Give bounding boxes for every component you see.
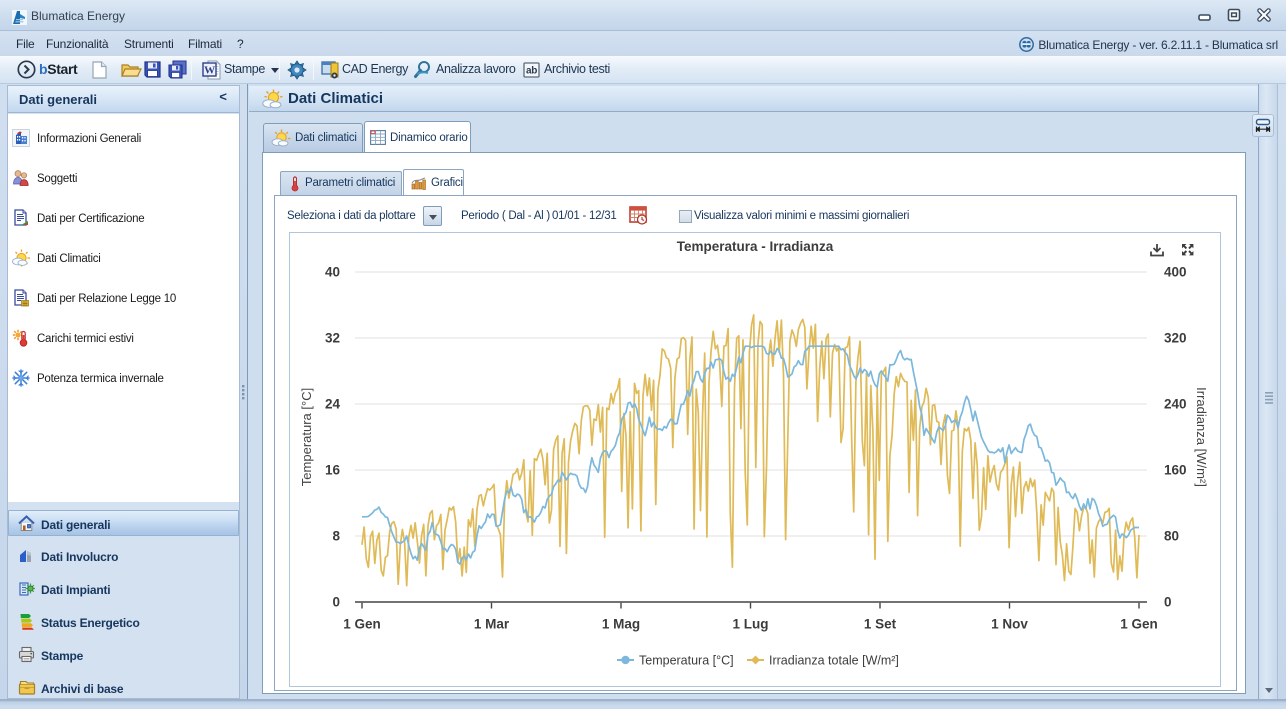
svg-text:80: 80 [1164,529,1179,544]
svg-text:0: 0 [1164,595,1172,610]
svg-text:1 Gen: 1 Gen [343,617,381,632]
svg-text:400: 400 [1164,265,1187,280]
svg-text:1 Nov: 1 Nov [991,617,1028,632]
svg-text:1 Lug: 1 Lug [733,617,769,632]
svg-text:1 Set: 1 Set [864,617,897,632]
svg-text:8: 8 [332,529,340,544]
svg-text:Temperatura - Irradianza: Temperatura - Irradianza [677,239,834,254]
svg-text:ab: ab [526,66,537,77]
svg-text:1 Gen: 1 Gen [1120,617,1158,632]
svg-text:1 Mar: 1 Mar [474,617,510,632]
svg-text:40: 40 [325,265,340,280]
svg-text:1 Mag: 1 Mag [602,617,640,632]
svg-text:Temperatura [°C]: Temperatura [°C] [639,654,734,668]
svg-text:Temperatura [°C]: Temperatura [°C] [299,388,314,486]
svg-text:0: 0 [332,595,340,610]
svg-text:32: 32 [325,331,340,346]
svg-text:160: 160 [1164,463,1187,478]
svg-text:24: 24 [325,397,341,412]
svg-text:Irradianza [W/m²]: Irradianza [W/m²] [1194,387,1209,487]
svg-text:240: 240 [1164,397,1187,412]
svg-text:W: W [204,65,215,77]
svg-text:16: 16 [325,463,341,478]
svg-text:320: 320 [1164,331,1187,346]
svg-text:Irradianza totale [W/m²]: Irradianza totale [W/m²] [769,654,899,668]
